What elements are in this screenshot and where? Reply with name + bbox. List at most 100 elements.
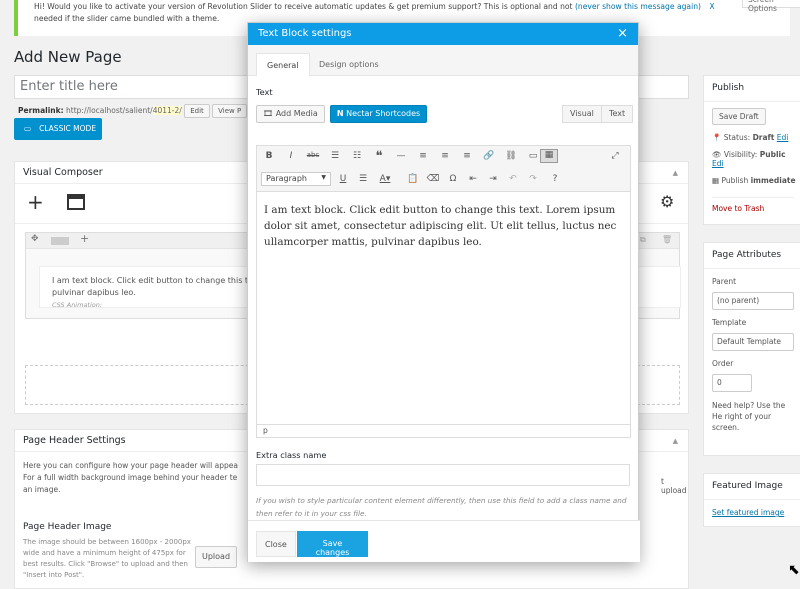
media-buttons: 🎞 Add Media N Nectar Shortcodes xyxy=(256,101,428,123)
fullscreen-icon[interactable]: ⤢ xyxy=(607,151,623,161)
close-icon[interactable]: × xyxy=(617,26,628,41)
permalink-slug: 4011-2/ xyxy=(152,106,182,115)
special-char-icon[interactable]: Ω xyxy=(445,174,461,184)
more-tag-icon[interactable]: ▭ xyxy=(525,151,541,161)
tab-design-options[interactable]: Design options xyxy=(309,53,389,76)
phs-desc-2: For a full width background image behind… xyxy=(23,473,238,482)
bold-icon[interactable]: B xyxy=(261,151,277,161)
clear-formatting-icon[interactable]: ⌫ xyxy=(425,174,441,184)
modal-tabs: General Design options xyxy=(248,45,638,76)
trash-icon[interactable]: 🗑 xyxy=(662,235,672,244)
permalink-edit-button[interactable]: Edit xyxy=(184,104,210,118)
set-featured-image-link[interactable]: Set featured image xyxy=(712,508,784,517)
phs-title: Page Header Settings xyxy=(23,435,126,446)
text-block-settings-modal: Text Block settings × General Design opt… xyxy=(247,22,640,562)
page-attributes-box: Page Attributes Parent (no parent) Templ… xyxy=(703,242,800,456)
bullet-list-icon[interactable]: ☰ xyxy=(327,151,343,161)
clone-icon[interactable]: ⧉ xyxy=(640,235,646,245)
undo-icon[interactable]: ↶ xyxy=(505,174,521,184)
horizontal-line-icon[interactable]: — xyxy=(393,151,409,161)
mouse-cursor-icon: ⬉ xyxy=(788,562,800,578)
move-to-trash-link[interactable]: Move to Trash xyxy=(712,197,794,213)
outdent-icon[interactable]: ⇤ xyxy=(465,174,481,184)
italic-icon[interactable]: I xyxy=(283,151,299,161)
gear-icon[interactable]: ⚙ xyxy=(660,192,674,211)
paste-text-icon[interactable]: 📋 xyxy=(405,174,421,184)
visibility-value: Public xyxy=(759,150,786,159)
visual-tab[interactable]: Visual xyxy=(562,105,602,123)
tab-general[interactable]: General xyxy=(256,53,310,76)
phs-desc-3: an image. xyxy=(23,485,61,494)
add-element-icon[interactable]: + xyxy=(27,190,44,214)
dismiss-notice-button[interactable]: X xyxy=(709,2,714,11)
editor-content[interactable]: I am text block. Click edit button to ch… xyxy=(257,192,630,260)
add-column-icon[interactable]: + xyxy=(80,232,89,245)
blockquote-icon[interactable]: ❝ xyxy=(371,149,387,164)
underline-icon[interactable]: U xyxy=(335,174,351,184)
classic-mode-button[interactable]: ▭ CLASSIC MODE xyxy=(14,118,102,140)
row-layout-icon[interactable] xyxy=(51,237,69,245)
format-select[interactable]: Paragraph ▼ xyxy=(261,172,331,186)
page-title: Add New Page xyxy=(14,48,122,66)
template-label: Template xyxy=(712,318,747,327)
modal-footer: Close Save changes xyxy=(248,520,640,562)
indent-icon[interactable]: ⇥ xyxy=(485,174,501,184)
page-header-image-label: Page Header Image xyxy=(23,522,112,532)
extra-class-input[interactable] xyxy=(256,464,630,486)
nectar-n-icon: N xyxy=(336,109,344,118)
move-icon[interactable]: ✥ xyxy=(31,234,39,244)
text-tab[interactable]: Text xyxy=(601,105,634,123)
align-center-icon[interactable]: ≡ xyxy=(437,151,453,161)
templates-icon[interactable] xyxy=(67,194,85,210)
collapse-up-icon[interactable]: ▲ xyxy=(673,437,678,445)
unlink-icon[interactable]: ⛓ xyxy=(503,151,519,161)
modal-header: Text Block settings × xyxy=(248,23,638,45)
nectar-shortcodes-button[interactable]: N Nectar Shortcodes xyxy=(329,105,428,123)
view-page-button[interactable]: View P xyxy=(212,104,248,118)
save-changes-button[interactable]: Save changes xyxy=(297,531,368,557)
status-label: Status: xyxy=(723,133,751,142)
chevron-down-icon: ▼ xyxy=(321,174,326,181)
pin-icon: 📍 xyxy=(712,133,722,142)
justify-icon[interactable]: ☰ xyxy=(355,174,371,184)
parent-select[interactable]: (no parent) xyxy=(712,292,794,310)
permalink-label: Permalink: xyxy=(18,106,64,115)
page-attributes-body: Parent (no parent) Template Default Temp… xyxy=(704,277,800,433)
featured-image-title: Featured Image xyxy=(704,474,800,500)
screen-options-button[interactable]: Screen Options xyxy=(742,0,800,13)
strikethrough-icon[interactable]: abc xyxy=(305,151,321,159)
status-value: Draft xyxy=(752,133,775,142)
redo-icon[interactable]: ↷ xyxy=(525,174,541,184)
numbered-list-icon[interactable]: ☷ xyxy=(349,151,365,161)
notice-text: Hi! Would you like to activate your vers… xyxy=(34,2,573,11)
add-media-label: Add Media xyxy=(275,109,318,118)
status-edit-link[interactable]: Edi xyxy=(777,133,789,142)
eye-icon: 👁 xyxy=(712,150,722,159)
align-right-icon[interactable]: ≡ xyxy=(459,151,475,161)
align-left-icon[interactable]: ≡ xyxy=(415,151,431,161)
template-select[interactable]: Default Template xyxy=(712,333,794,351)
text-color-icon[interactable]: A▾ xyxy=(377,174,393,184)
save-draft-button[interactable]: Save Draft xyxy=(712,108,766,125)
page-header-image-desc: The image should be between 1600px - 200… xyxy=(23,538,191,579)
media-icon: 🎞 xyxy=(263,109,274,118)
add-media-button[interactable]: 🎞 Add Media xyxy=(256,105,325,123)
page-attributes-title: Page Attributes xyxy=(704,243,800,269)
collapse-up-icon[interactable]: ▲ xyxy=(673,169,678,177)
publish-value: immediate xyxy=(750,176,796,185)
publish-label: Publish xyxy=(721,176,749,185)
order-input[interactable]: 0 xyxy=(712,374,752,392)
nectar-label: Nectar Shortcodes xyxy=(346,109,421,118)
help-icon[interactable]: ? xyxy=(547,174,563,184)
calendar-icon: ▦ xyxy=(712,176,720,185)
toolbar-toggle-icon[interactable]: ▦ xyxy=(540,149,558,163)
extra-class-label: Extra class name xyxy=(256,450,327,460)
visibility-edit-link[interactable]: Edi xyxy=(712,159,724,168)
upload-button[interactable]: Upload xyxy=(195,546,237,568)
help-text: Need help? Use the He right of your scre… xyxy=(712,401,786,432)
never-show-link[interactable]: (never show this message again) xyxy=(575,2,701,11)
vc-title: Visual Composer xyxy=(23,167,103,178)
phs-desc-right: t upload xyxy=(661,477,687,495)
close-button[interactable]: Close xyxy=(256,531,296,557)
link-icon[interactable]: 🔗 xyxy=(481,151,497,161)
